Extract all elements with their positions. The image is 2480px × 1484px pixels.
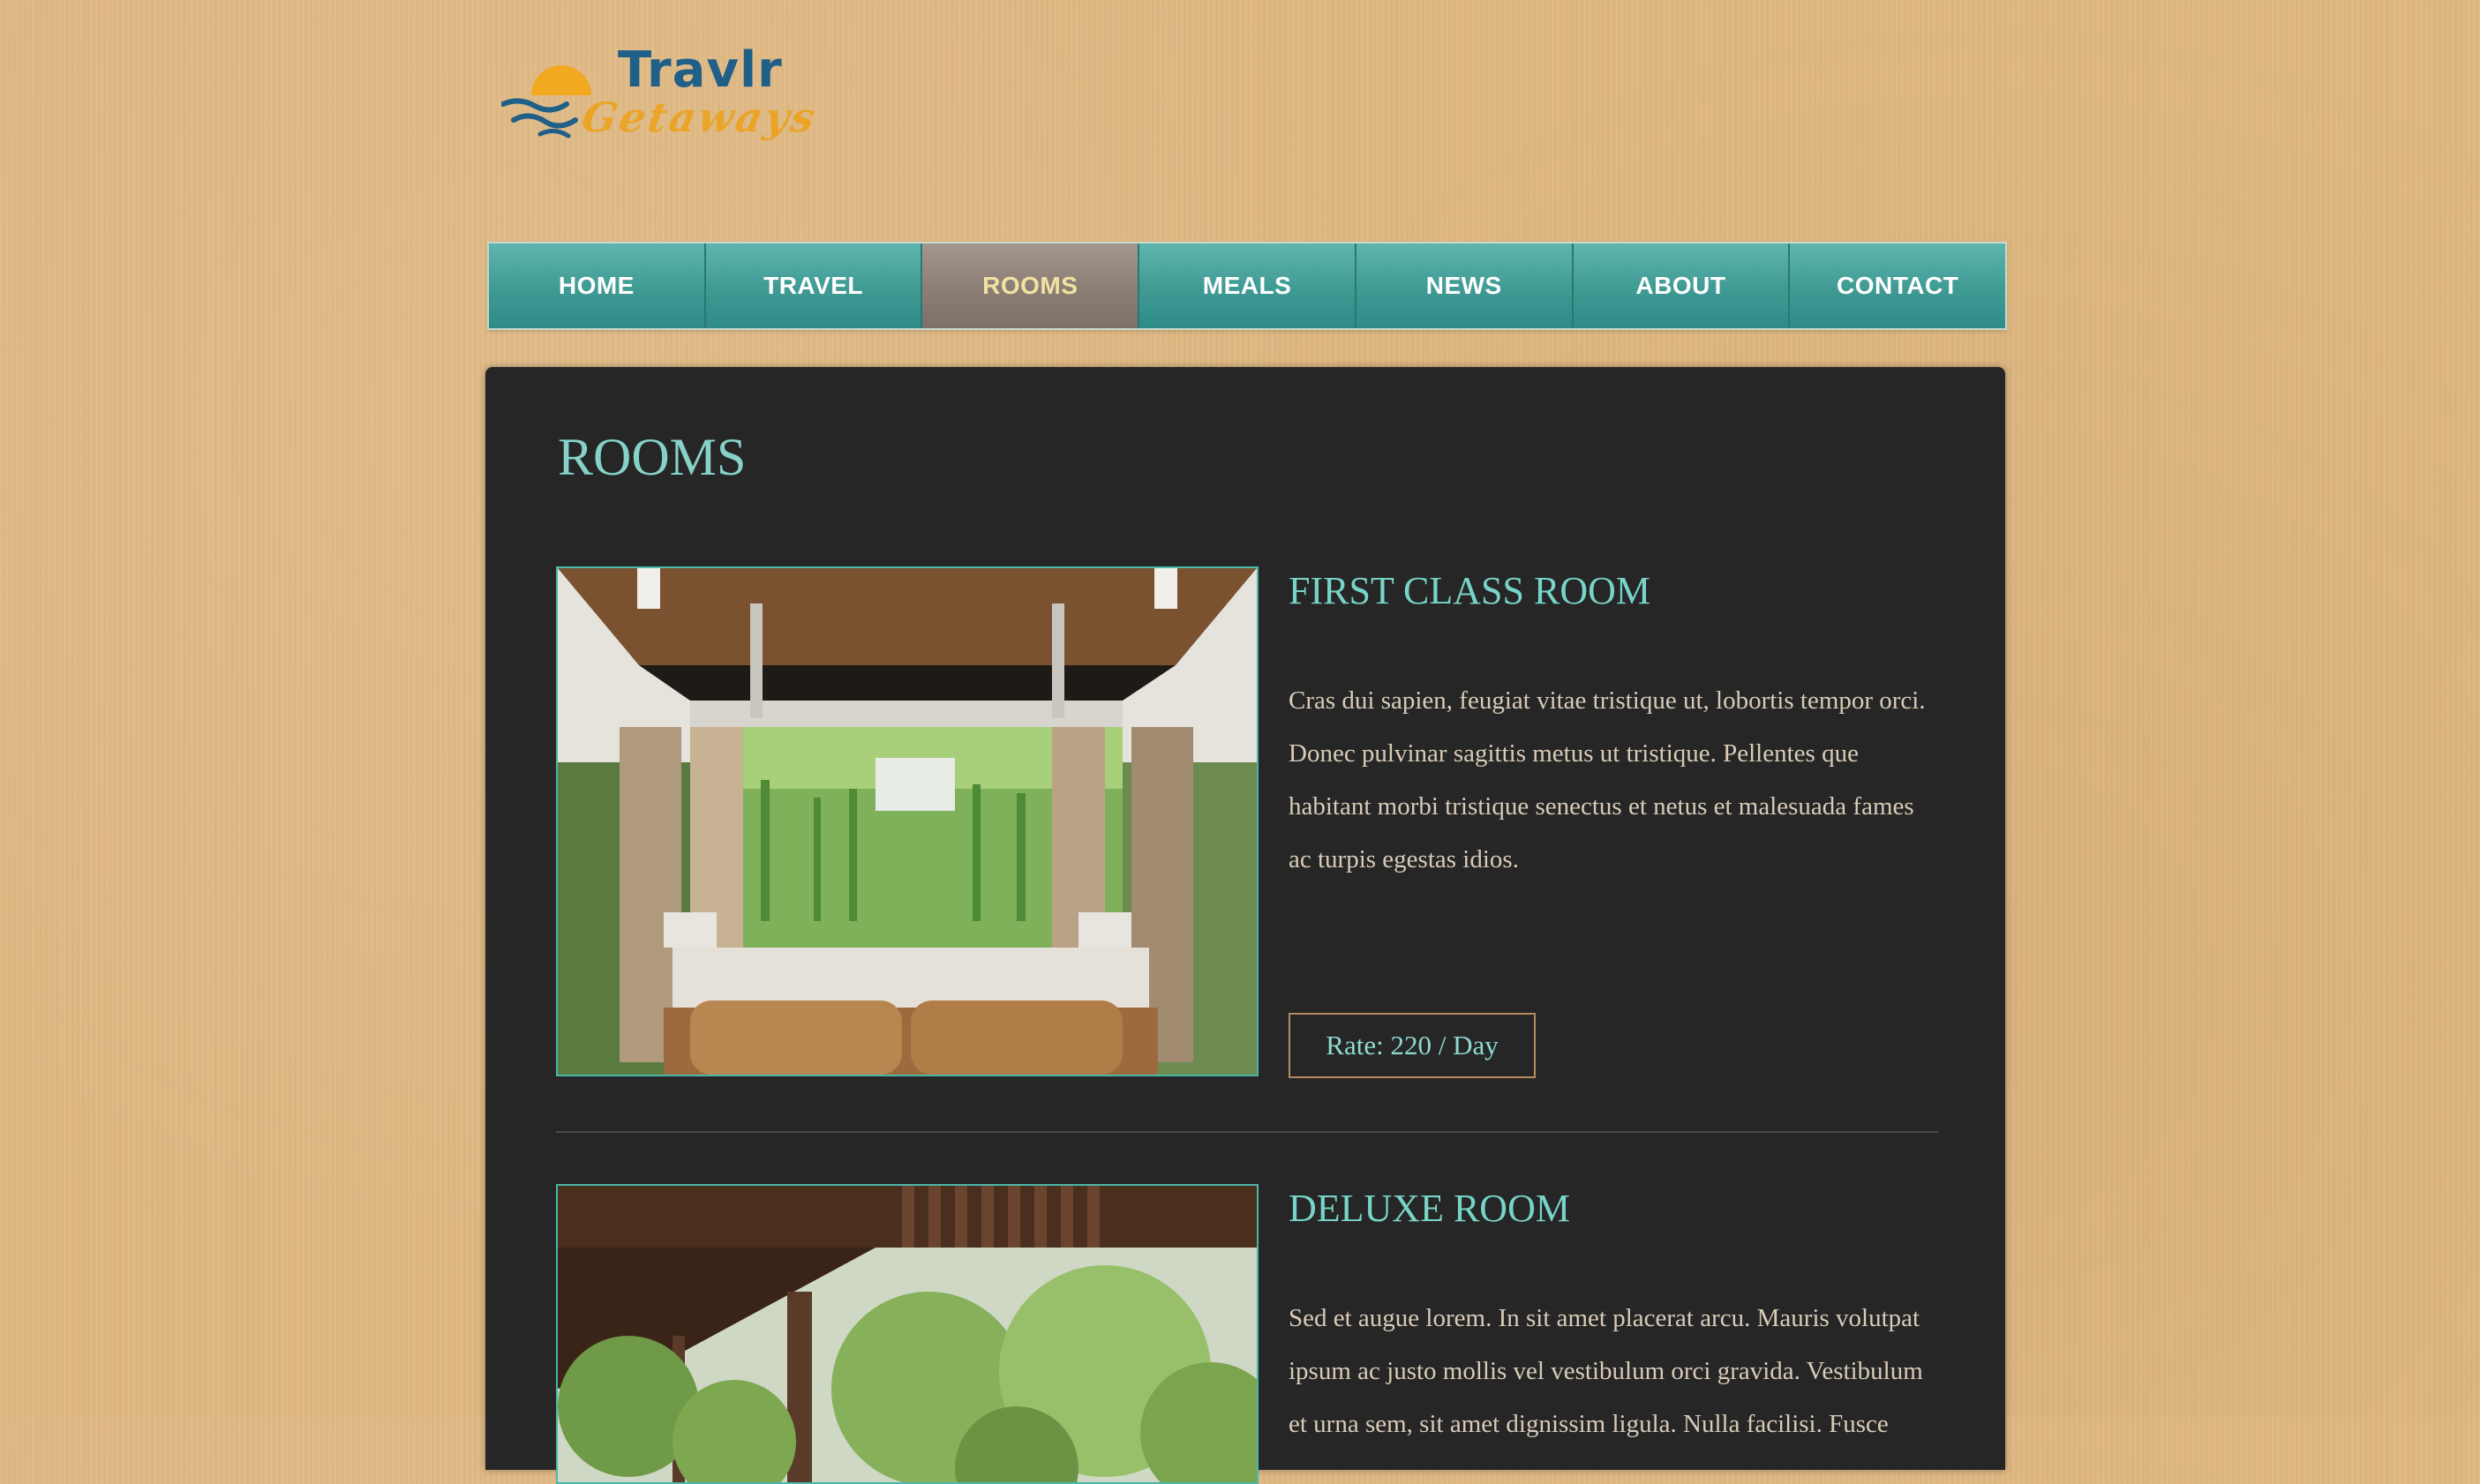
brand-tagline: Getaways — [578, 94, 822, 141]
room-divider — [556, 1131, 1938, 1133]
nav-item-news[interactable]: NEWS — [1356, 244, 1574, 328]
logo[interactable]: Travlr Getaways — [501, 46, 837, 161]
page-title: ROOMS — [558, 428, 747, 486]
nav-item-about[interactable]: ABOUT — [1573, 244, 1791, 328]
content-panel: ROOMS FIRST CLASS ROOM Cras dui sapien, … — [485, 367, 2005, 1484]
first-class-room-title: FIRST CLASS ROOM — [1289, 569, 1650, 612]
rate-button[interactable]: Rate: 220 / Day — [1289, 1013, 1536, 1078]
nav-item-home[interactable]: HOME — [489, 244, 706, 328]
first-class-room-description: Cras dui sapien, feugiat vitae tristique… — [1289, 686, 1926, 873]
deluxe-room-description: Sed et augue lorem. In sit amet placerat… — [1289, 1304, 1923, 1438]
deluxe-room-title: DELUXE ROOM — [1289, 1187, 1570, 1230]
nav-item-travel[interactable]: TRAVEL — [705, 244, 923, 328]
main-nav: HOME TRAVEL ROOMS MEALS NEWS ABOUT CONTA… — [487, 242, 2007, 330]
nav-item-contact[interactable]: CONTACT — [1790, 244, 2006, 328]
nav-item-rooms[interactable]: ROOMS — [922, 244, 1140, 328]
brand-name: Travlr — [618, 41, 783, 99]
deluxe-room-image — [556, 1184, 1259, 1484]
nav-item-meals[interactable]: MEALS — [1139, 244, 1356, 328]
first-class-room-image — [556, 566, 1259, 1076]
